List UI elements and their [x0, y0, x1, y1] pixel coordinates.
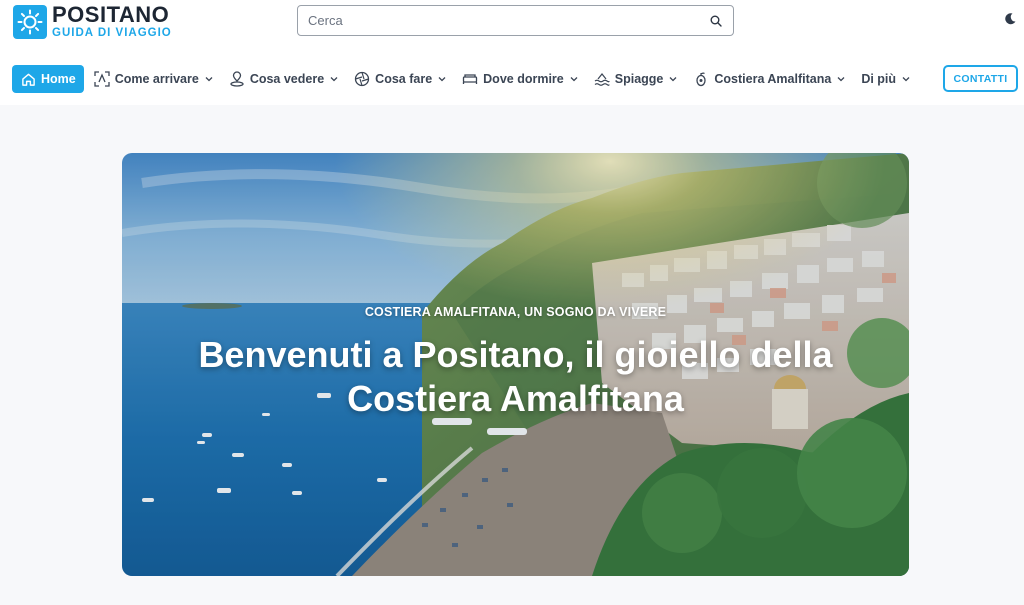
sun-icon — [13, 4, 47, 39]
chevron-down-icon — [438, 75, 446, 83]
search-input[interactable] — [308, 13, 709, 28]
chevron-down-icon — [205, 75, 213, 83]
nav-item-spiagge[interactable]: Spiagge — [588, 65, 684, 93]
hero-kicker: COSTIERA AMALFITANA, UN SOGNO DA VIVERE — [364, 305, 667, 319]
home-icon — [20, 71, 36, 87]
nav-item-label: Di più — [861, 72, 897, 86]
nav-item-label: Come arrivare — [114, 72, 199, 86]
directions-icon — [94, 71, 110, 87]
chevron-down-icon — [669, 75, 677, 83]
chevron-down-icon — [902, 75, 910, 83]
nav-item-label: Spiagge — [614, 72, 664, 86]
camera-aperture-icon — [354, 71, 370, 87]
nav-item-label: Home — [41, 72, 76, 86]
site-logo[interactable]: POSITANO GUIDA DI VIAGGIO — [13, 4, 172, 40]
bed-icon — [462, 71, 478, 87]
logo-subtitle: GUIDA DI VIAGGIO — [52, 27, 172, 39]
chevron-down-icon — [570, 75, 578, 83]
nav-item-home[interactable]: Home — [12, 65, 84, 93]
search-bar — [297, 5, 734, 36]
contact-button[interactable]: CONTATTI — [943, 65, 1018, 92]
header: POSITANO GUIDA DI VIAGGIO Home — [0, 0, 1024, 105]
nav-item-label: Cosa vedere — [249, 72, 325, 86]
nav-item-come-arrivare[interactable]: Come arrivare — [88, 65, 219, 93]
search-icon[interactable] — [709, 14, 723, 28]
hero-banner: COSTIERA AMALFITANA, UN SOGNO DA VIVERE … — [122, 153, 909, 576]
moon-icon[interactable] — [1003, 12, 1017, 26]
nav-item-cosa-fare[interactable]: Cosa fare — [348, 65, 452, 93]
main-nav: Home Come arrivare Cosa vedere Cosa fare — [12, 65, 920, 93]
nav-item-label: Costiera Amalfitana — [714, 72, 832, 86]
logo-title: POSITANO — [52, 2, 170, 27]
map-pin-icon — [229, 71, 245, 87]
nav-item-di-piu[interactable]: Di più — [855, 65, 916, 93]
nav-item-label: Cosa fare — [375, 72, 433, 86]
nav-item-label: Dove dormire — [483, 72, 564, 86]
nav-item-costiera-amalfitana[interactable]: Costiera Amalfitana — [687, 65, 851, 93]
nav-item-cosa-vedere[interactable]: Cosa vedere — [223, 65, 344, 93]
hero-title: Benvenuti a Positano, il gioiello della … — [198, 334, 833, 419]
beach-waves-icon — [594, 71, 610, 87]
lemon-icon — [693, 71, 709, 87]
chevron-down-icon — [837, 75, 845, 83]
nav-item-dove-dormire[interactable]: Dove dormire — [456, 65, 584, 93]
chevron-down-icon — [330, 75, 338, 83]
